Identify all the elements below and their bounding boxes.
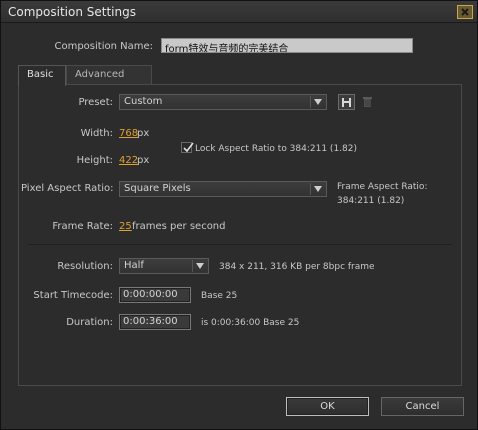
start-timecode-base: Base 25 bbox=[201, 291, 238, 301]
preset-value: Custom bbox=[124, 96, 163, 107]
close-button[interactable] bbox=[457, 5, 473, 19]
resolution-dropdown[interactable]: Half bbox=[119, 258, 209, 274]
frame-aspect-value: 384:211 (1.82) bbox=[337, 196, 405, 206]
close-icon bbox=[461, 8, 469, 16]
frame-rate-value[interactable]: 25 bbox=[119, 221, 132, 232]
frame-rate-label: Frame Rate: bbox=[52, 221, 113, 232]
height-label: Height: bbox=[76, 155, 113, 166]
width-label: Width: bbox=[80, 128, 113, 139]
frame-aspect-label: Frame Aspect Ratio: bbox=[337, 182, 428, 192]
pixel-aspect-value: Square Pixels bbox=[124, 183, 191, 194]
tab-basic[interactable]: Basic bbox=[18, 65, 66, 86]
title-bar[interactable]: Composition Settings bbox=[1, 1, 477, 23]
width-unit: px bbox=[137, 128, 150, 139]
chevron-down-icon bbox=[314, 186, 322, 192]
dropdown-separator bbox=[310, 96, 311, 108]
height-value[interactable]: 422 bbox=[119, 155, 138, 166]
duration-label: Duration: bbox=[66, 317, 113, 328]
width-value[interactable]: 768 bbox=[119, 128, 138, 139]
composition-name-input[interactable]: form特效与音频的完美结合 bbox=[161, 38, 413, 53]
composition-name-label: Composition Name: bbox=[54, 41, 153, 52]
ok-button[interactable]: OK bbox=[286, 397, 369, 416]
delete-preset-button[interactable] bbox=[359, 94, 376, 110]
dropdown-separator bbox=[192, 260, 193, 272]
save-preset-icon bbox=[342, 97, 351, 107]
lock-aspect-checkbox[interactable] bbox=[181, 142, 194, 153]
resolution-label: Resolution: bbox=[57, 261, 113, 272]
preset-dropdown[interactable]: Custom bbox=[119, 94, 327, 110]
composition-settings-dialog: Composition Settings Composition Name: f… bbox=[0, 0, 478, 430]
checkmark-icon bbox=[183, 142, 194, 153]
section-divider bbox=[28, 244, 452, 245]
dialog-title: Composition Settings bbox=[8, 5, 136, 19]
lock-aspect-label: Lock Aspect Ratio to 384:211 (1.82) bbox=[195, 144, 357, 154]
pixel-aspect-dropdown[interactable]: Square Pixels bbox=[119, 181, 327, 197]
resolution-value: Half bbox=[124, 260, 144, 271]
preset-label: Preset: bbox=[78, 97, 113, 108]
frame-rate-suffix: frames per second bbox=[132, 221, 226, 232]
trash-icon bbox=[363, 97, 372, 107]
duration-info: is 0:00:36:00 Base 25 bbox=[201, 318, 300, 328]
save-preset-button[interactable] bbox=[338, 94, 355, 110]
chevron-down-icon bbox=[196, 263, 204, 269]
start-timecode-label: Start Timecode: bbox=[33, 290, 113, 301]
pixel-aspect-label: Pixel Aspect Ratio: bbox=[21, 183, 114, 194]
height-unit: px bbox=[137, 155, 150, 166]
duration-input[interactable]: 0:00:36:00 bbox=[119, 314, 191, 330]
chevron-down-icon bbox=[314, 99, 322, 105]
cancel-button[interactable]: Cancel bbox=[381, 397, 464, 416]
start-timecode-input[interactable]: 0:00:00:00 bbox=[119, 287, 191, 303]
tab-advanced[interactable]: Advanced bbox=[66, 65, 152, 85]
resolution-info: 384 x 211, 316 KB per 8bpc frame bbox=[219, 262, 375, 272]
dropdown-separator bbox=[310, 183, 311, 195]
